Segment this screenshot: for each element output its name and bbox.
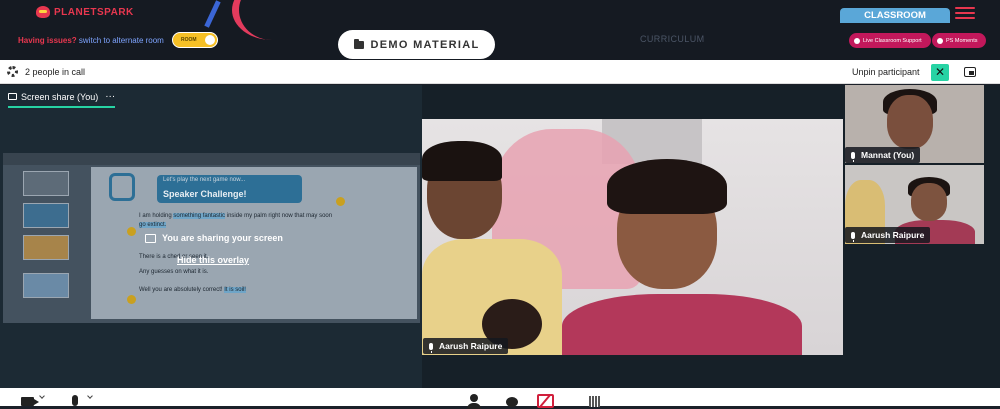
- slide-thumbnail: [23, 171, 69, 196]
- gear-icon[interactable]: [7, 66, 18, 77]
- hamburger-menu-icon[interactable]: [955, 7, 975, 19]
- demo-material-label: DEMO MATERIAL: [370, 38, 480, 51]
- emoji-icon: [127, 295, 136, 304]
- emoji-icon: [336, 197, 345, 206]
- slide-subtitle: Let's play the next game now...: [163, 177, 246, 183]
- slide-title: Speaker Challenge!: [163, 189, 247, 199]
- issue-question: Having issues?: [18, 36, 77, 45]
- mic-icon: [851, 231, 855, 242]
- more-options-icon[interactable]: ···: [105, 91, 115, 102]
- slide-thumbnail: [23, 273, 69, 298]
- people-count: 2 people in call: [25, 67, 86, 77]
- classroom-tab[interactable]: CLASSROOM: [840, 8, 950, 23]
- support-icon: [854, 37, 860, 44]
- switch-room-link[interactable]: switch to alternate room: [79, 36, 164, 45]
- room-toggle-label: ROOM: [181, 37, 197, 43]
- robot-icon: [109, 173, 135, 201]
- sharing-overlay: You are sharing your screen Hide this ov…: [145, 233, 283, 265]
- planetspark-logo[interactable]: PLANETSPARK: [36, 6, 134, 18]
- slide-thumbnail: [23, 203, 69, 228]
- sharing-message: You are sharing your screen: [162, 233, 283, 243]
- screen-share-label: Screen share (You): [21, 91, 99, 102]
- participants-icon[interactable]: [467, 394, 481, 409]
- participant-name: Mannat (You): [861, 150, 915, 160]
- ps-moments-button[interactable]: PS Moments: [932, 33, 986, 48]
- screen-share-icon: [145, 233, 156, 243]
- chevron-down-icon[interactable]: [39, 393, 45, 399]
- live-support-label: Live Classroom Support: [863, 37, 922, 44]
- microphone-icon[interactable]: [72, 395, 78, 406]
- curriculum-tab[interactable]: CURRICULUM: [640, 34, 705, 44]
- issue-message: Having issues? switch to alternate room: [18, 36, 164, 45]
- logo-text: PLANETSPARK: [54, 6, 134, 18]
- screen-share-panel: Screen share (You) ··· Let's play the ne…: [0, 85, 422, 388]
- slide-text-line: go extinct.: [139, 222, 167, 228]
- camera-icon[interactable]: [21, 397, 39, 406]
- slide-thumbnail: [23, 235, 69, 260]
- active-tab-indicator: [8, 106, 115, 108]
- chevron-down-icon[interactable]: [87, 393, 93, 399]
- participant-name-tag: Aarush Raipure: [845, 227, 931, 243]
- ps-moments-label: PS Moments: [946, 37, 978, 44]
- hide-overlay-link[interactable]: Hide this overlay: [177, 255, 283, 265]
- folder-icon: [353, 38, 364, 49]
- slide-text-line: I am holding something fantastic inside …: [139, 213, 333, 219]
- main-video-feed[interactable]: [422, 119, 843, 355]
- mic-icon: [429, 342, 433, 353]
- slide-text-line: Well you are absolutely correct! It is s…: [139, 287, 246, 293]
- screen-share-tab[interactable]: Screen share (You) ···: [8, 91, 115, 102]
- emoji-icon: [127, 227, 136, 236]
- participant-name: Aarush Raipure: [439, 341, 503, 351]
- layout-grid-icon[interactable]: [589, 396, 600, 407]
- mic-icon: [851, 151, 855, 162]
- logo-icon: [36, 6, 50, 18]
- camera-icon: [937, 37, 943, 44]
- unpin-participant-button[interactable]: ✕: [931, 64, 949, 81]
- call-controls-bar: [0, 388, 1000, 409]
- app-header: PLANETSPARK Having issues? switch to alt…: [0, 0, 1000, 60]
- slide-text-line: Any guesses on what it is.: [139, 269, 209, 275]
- demo-material-button[interactable]: DEMO MATERIAL: [338, 30, 495, 59]
- unpin-participant-label: Unpin participant: [852, 67, 920, 77]
- participant-name-tag: Mannat (You): [845, 147, 921, 163]
- screen-share-icon: [8, 93, 17, 100]
- participant-name: Aarush Raipure: [861, 230, 925, 240]
- toggle-knob: [205, 35, 215, 45]
- picture-in-picture-icon[interactable]: [964, 67, 976, 77]
- alternate-room-toggle[interactable]: ROOM: [172, 32, 218, 48]
- presentation-toolbar: [3, 153, 420, 165]
- meeting-area: Screen share (You) ··· Let's play the ne…: [0, 85, 1000, 388]
- call-header: 2 people in call Unpin participant ✕: [0, 60, 1000, 84]
- live-support-button[interactable]: Live Classroom Support: [849, 33, 931, 48]
- participant-name-tag: Aarush Raipure: [423, 338, 509, 354]
